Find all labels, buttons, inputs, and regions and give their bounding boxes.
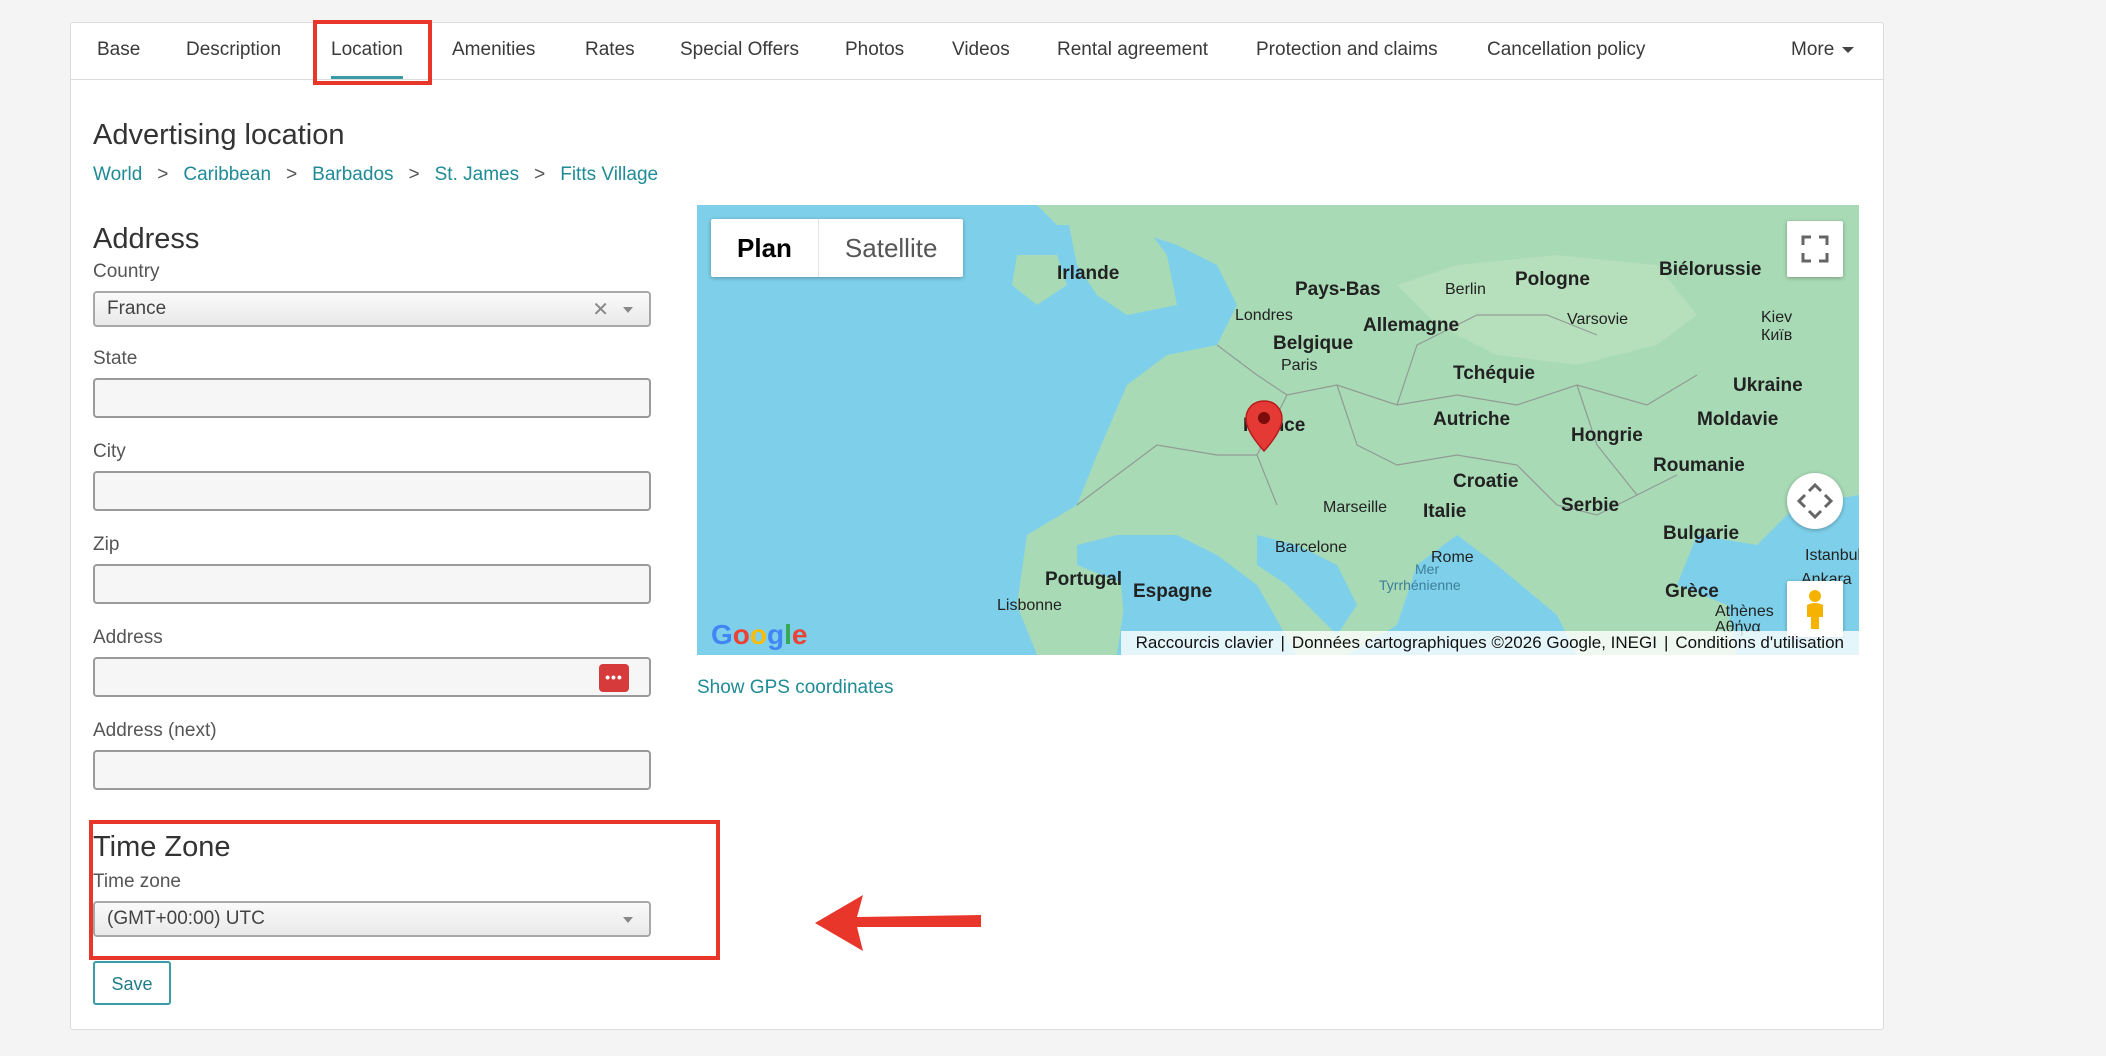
chevron-down-icon — [623, 917, 633, 923]
tab-description[interactable]: Description — [186, 23, 281, 79]
country-label: Country — [93, 261, 160, 282]
map-label: Mer — [1415, 561, 1440, 577]
terms-link[interactable]: Conditions d'utilisation — [1675, 633, 1844, 652]
tab-photos[interactable]: Photos — [845, 23, 904, 79]
address-section-title: Address — [93, 223, 200, 255]
address-next-input[interactable] — [93, 750, 651, 790]
map-label: Allemagne — [1363, 315, 1460, 336]
breadcrumb-world[interactable]: World — [93, 164, 142, 185]
address-input[interactable]: ••• — [93, 657, 651, 697]
zip-input[interactable] — [93, 564, 651, 604]
map-label: Autriche — [1433, 409, 1511, 430]
breadcrumb-caribbean[interactable]: Caribbean — [183, 164, 271, 185]
tab-rental-agreement[interactable]: Rental agreement — [1057, 23, 1208, 79]
map-label: Moldavie — [1697, 409, 1779, 430]
show-gps-coordinates-link[interactable]: Show GPS coordinates — [697, 677, 893, 699]
breadcrumb: World > Caribbean > Barbados > St. James > Fitts… — [93, 164, 658, 186]
breadcrumb-separator: > — [286, 164, 298, 185]
city-input[interactable] — [93, 471, 651, 511]
map-label: Croatie — [1453, 471, 1519, 492]
arrow-icon — [815, 895, 981, 951]
street-view-pegman-button[interactable] — [1787, 581, 1843, 637]
keyboard-shortcuts-link[interactable]: Raccourcis clavier — [1136, 633, 1274, 652]
zip-label: Zip — [93, 534, 120, 555]
map-label: Berlin — [1445, 281, 1486, 298]
google-logo: Google — [711, 619, 808, 650]
tab-rates[interactable]: Rates — [585, 23, 635, 79]
fullscreen-button[interactable] — [1787, 221, 1843, 277]
map-label: Espagne — [1133, 581, 1213, 602]
tab-location[interactable]: Location — [331, 23, 403, 79]
state-input[interactable] — [93, 378, 651, 418]
map-label: Tchéquie — [1453, 363, 1535, 384]
map-label: Paris — [1281, 357, 1318, 374]
tab-protection-and-claims[interactable]: Protection and claims — [1256, 23, 1438, 79]
address-next-label: Address (next) — [93, 720, 217, 741]
map-label: Pologne — [1515, 269, 1590, 290]
password-manager-icon[interactable]: ••• — [599, 664, 629, 692]
breadcrumb-barbados[interactable]: Barbados — [312, 164, 393, 185]
location-panel: Base Description Location Amenities Rate… — [70, 20, 1884, 1030]
save-button[interactable]: Save — [93, 961, 171, 1005]
map-attribution: Raccourcis clavier | Données cartographiqu… — [1120, 631, 1859, 655]
country-value: France — [107, 298, 167, 319]
tab-base[interactable]: Base — [97, 23, 140, 79]
address-label: Address — [93, 627, 163, 648]
time-zone-label: Time zone — [93, 871, 181, 892]
time-zone-value: (GMT+00:00) UTC — [107, 908, 265, 929]
map-label: Ukraine — [1733, 375, 1803, 396]
move-arrows-icon — [1796, 482, 1834, 520]
breadcrumb-separator: > — [408, 164, 420, 185]
breadcrumb-separator: > — [534, 164, 546, 185]
breadcrumb-st-james[interactable]: St. James — [435, 164, 519, 185]
location-marker-icon[interactable] — [1244, 399, 1284, 453]
map-label: Varsovie — [1567, 311, 1629, 328]
map-label: Grèce — [1665, 581, 1719, 602]
advertising-location-title: Advertising location — [93, 119, 345, 151]
map-label: Bulgarie — [1663, 523, 1740, 544]
caret-down-icon — [1842, 46, 1855, 53]
map-label: Belgique — [1273, 333, 1354, 354]
tab-special-offers[interactable]: Special Offers — [680, 23, 799, 79]
map-label: Irlande — [1057, 263, 1120, 284]
camera-control-button[interactable] — [1787, 473, 1843, 529]
tab-amenities[interactable]: Amenities — [452, 23, 535, 79]
map-data-text: Données cartographiques ©2026 Google, IN… — [1291, 633, 1657, 652]
map-label: Serbie — [1561, 495, 1620, 516]
map-label: Portugal — [1045, 569, 1123, 590]
breadcrumb-separator: > — [157, 164, 169, 185]
map-label: Italie — [1423, 501, 1467, 522]
clear-icon[interactable]: ✕ — [592, 297, 609, 322]
map[interactable]: Irlande Pays-Bas Berlin Pologne Biélorus… — [697, 205, 1859, 655]
time-zone-select[interactable]: (GMT+00:00) UTC — [93, 901, 651, 937]
tab-bar: Base Description Location Amenities Rate… — [71, 20, 1883, 85]
map-label: Barcelone — [1275, 539, 1348, 556]
map-label: Hongrie — [1571, 425, 1643, 446]
pegman-icon — [1807, 590, 1823, 629]
map-label: Kiev — [1761, 309, 1793, 326]
map-type-control: Plan Satellite — [711, 219, 964, 277]
map-label: Lisbonne — [997, 597, 1062, 614]
breadcrumb-fitts-village[interactable]: Fitts Village — [560, 164, 658, 185]
time-zone-title: Time Zone — [93, 831, 231, 863]
fullscreen-icon — [1801, 235, 1829, 263]
state-label: State — [93, 348, 138, 369]
country-select[interactable]: France ✕ — [93, 291, 651, 327]
map-label: Istanbul — [1805, 547, 1859, 564]
map-label: Tyrrhénienne — [1379, 577, 1461, 593]
map-type-satellite-button[interactable]: Satellite — [819, 219, 964, 277]
map-label: Biélorussie — [1659, 259, 1762, 280]
map-type-plan-button[interactable]: Plan — [711, 219, 819, 277]
tab-videos[interactable]: Videos — [952, 23, 1010, 79]
city-label: City — [93, 441, 126, 462]
chevron-down-icon — [623, 307, 633, 313]
map-label: Marseille — [1323, 499, 1388, 516]
map-label: Київ — [1761, 327, 1793, 344]
map-label: Roumanie — [1653, 455, 1745, 476]
tab-cancellation-policy[interactable]: Cancellation policy — [1487, 23, 1645, 79]
tab-more-dropdown[interactable]: More — [1791, 23, 1855, 79]
tab-more-label: More — [1791, 39, 1835, 60]
map-label: Londres — [1235, 307, 1293, 324]
map-label: Pays-Bas — [1295, 279, 1381, 300]
